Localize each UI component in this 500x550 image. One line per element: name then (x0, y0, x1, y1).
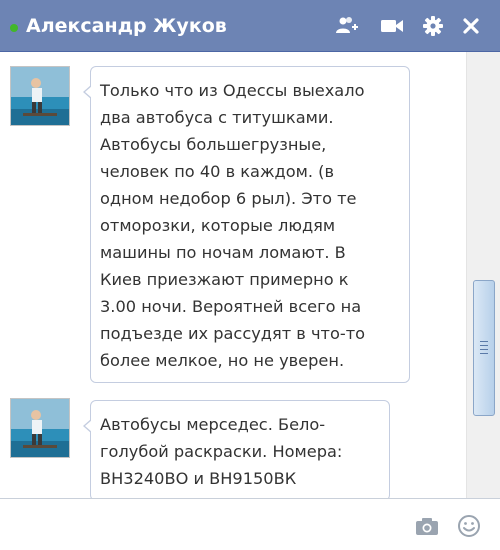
scrollbar-grip (480, 353, 488, 354)
sender-avatar[interactable] (10, 66, 70, 126)
message-list[interactable]: Только что из Одессы выехало два автобус… (0, 52, 500, 501)
emoji-icon[interactable] (456, 513, 482, 539)
scrollbar[interactable] (466, 52, 500, 498)
sender-avatar[interactable] (10, 398, 70, 458)
add-friend-icon[interactable] (334, 14, 360, 38)
scrollbar-grip (480, 341, 488, 342)
close-icon[interactable] (458, 14, 484, 38)
camera-icon[interactable] (414, 513, 440, 539)
video-call-icon[interactable] (379, 14, 405, 38)
chat-title[interactable]: Александр Жуков (26, 15, 227, 37)
scrollbar-grip (480, 345, 488, 346)
online-status-icon (10, 24, 18, 32)
scrollbar-thumb[interactable] (473, 280, 495, 416)
message-input[interactable] (8, 507, 402, 543)
scrollbar-grip (480, 349, 488, 350)
message-bubble: Автобусы мерседес. Бело- голубой раскрас… (83, 400, 390, 501)
message-composer (0, 498, 500, 550)
message-bubble: Только что из Одессы выехало два автобус… (83, 66, 410, 383)
settings-gear-icon[interactable] (420, 14, 446, 38)
chat-header: Александр Жуков (0, 0, 500, 52)
